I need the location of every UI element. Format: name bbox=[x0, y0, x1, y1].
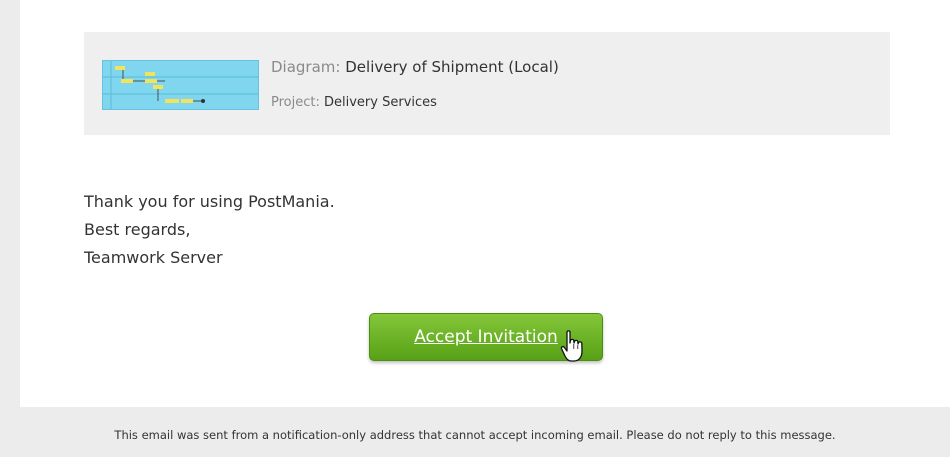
diagram-name-line: Diagram: Delivery of Shipment (Local) bbox=[271, 58, 559, 76]
email-body: Diagram: Delivery of Shipment (Local) Pr… bbox=[20, 0, 950, 407]
hand-pointer-icon bbox=[560, 330, 583, 362]
signature-text: Teamwork Server bbox=[84, 248, 223, 267]
thank-you-text: Thank you for using PostMania. bbox=[84, 192, 335, 211]
diagram-name[interactable]: Delivery of Shipment (Local) bbox=[345, 58, 559, 76]
diagram-thumbnail[interactable] bbox=[102, 60, 259, 110]
project-label: Project: bbox=[271, 95, 320, 110]
project-name-line: Project: Delivery Services bbox=[271, 95, 437, 110]
diagram-info-box: Diagram: Delivery of Shipment (Local) Pr… bbox=[84, 32, 890, 135]
project-name: Delivery Services bbox=[324, 95, 437, 110]
regards-text: Best regards, bbox=[84, 220, 191, 239]
footer-notice: This email was sent from a notification-… bbox=[114, 428, 836, 442]
diagram-label: Diagram: bbox=[271, 58, 341, 76]
closing-message: Thank you for using PostMania. Best rega… bbox=[84, 188, 335, 272]
